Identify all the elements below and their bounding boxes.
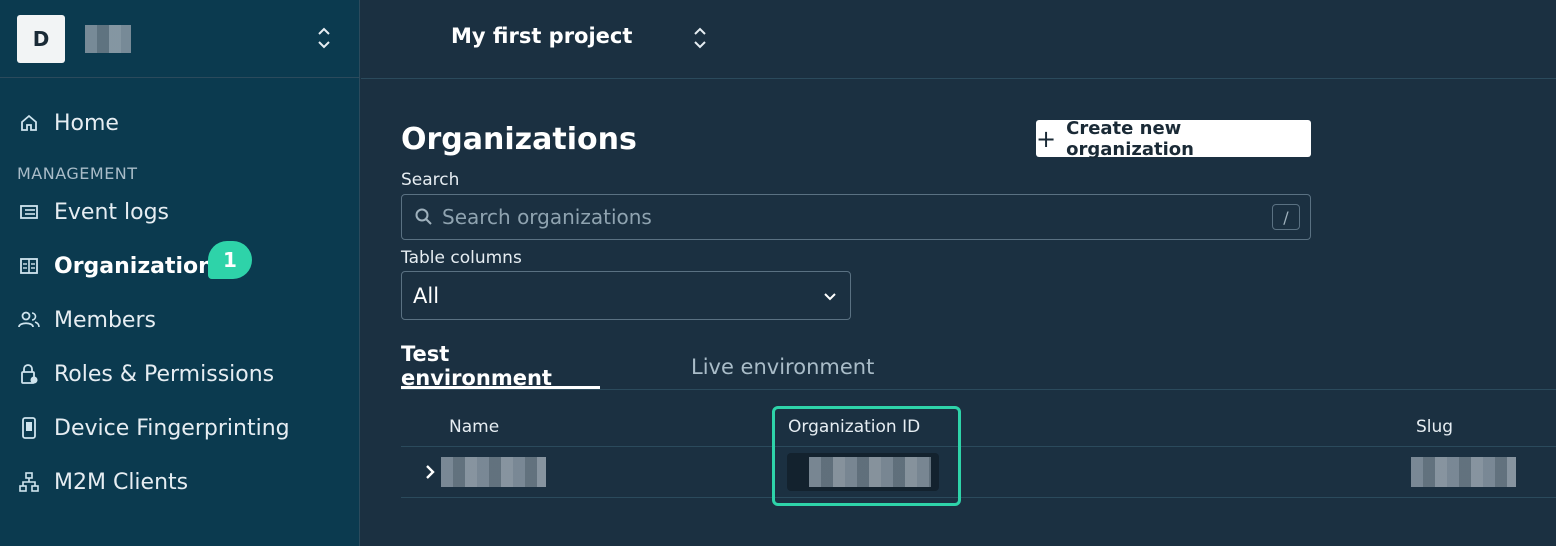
- project-header: My first project: [361, 0, 1556, 79]
- search-icon: [414, 207, 434, 227]
- sidebar-nav: Home MANAGEMENT Event logs Organizations…: [0, 78, 359, 509]
- sidebar-item-label: Home: [54, 110, 119, 136]
- tab-test-environment[interactable]: Test environment: [401, 342, 600, 390]
- organization-name-redacted: [441, 457, 546, 487]
- sidebar-item-label: Event logs: [54, 199, 170, 225]
- sidebar-item-members[interactable]: Members: [0, 293, 359, 347]
- search-input[interactable]: [442, 205, 1242, 229]
- search-label: Search: [401, 170, 460, 190]
- list-icon: [18, 201, 40, 223]
- step-badge: 1: [208, 241, 252, 279]
- environment-tabs: Test environment Live environment: [401, 342, 1556, 390]
- chevron-right-icon[interactable]: [421, 461, 439, 483]
- home-icon: [18, 112, 40, 134]
- lock-icon: [18, 363, 40, 385]
- create-organization-button[interactable]: + Create new organization: [1036, 117, 1311, 160]
- sidebar-item-organizations[interactable]: Organizations: [0, 239, 359, 293]
- workspace-name-redacted: [85, 24, 131, 53]
- workspace-avatar: D: [17, 14, 65, 63]
- chevron-updown-icon[interactable]: [693, 26, 707, 50]
- sidebar-item-label: Roles & Permissions: [54, 361, 275, 387]
- building-icon: [18, 255, 40, 277]
- tab-live-environment[interactable]: Live environment: [691, 345, 874, 389]
- workspace-switcher[interactable]: D: [0, 0, 359, 78]
- table-row[interactable]: [401, 447, 1556, 498]
- sidebar-item-label: Members: [54, 307, 156, 333]
- search-field[interactable]: /: [401, 194, 1311, 240]
- sidebar-item-home[interactable]: Home: [0, 96, 359, 150]
- table-columns-label: Table columns: [401, 248, 522, 268]
- users-icon: [18, 309, 40, 331]
- sidebar: D Home MANAGEMENT Event logs Organizatio…: [0, 0, 360, 546]
- chevron-down-icon: [822, 285, 838, 301]
- network-icon: [18, 471, 40, 493]
- sidebar-item-label: Device Fingerprinting: [54, 415, 290, 441]
- organization-id-redacted: [809, 457, 931, 487]
- sidebar-item-label: M2M Clients: [54, 469, 189, 495]
- sidebar-item-event-logs[interactable]: Event logs: [0, 185, 359, 239]
- table-columns-select[interactable]: All: [401, 271, 851, 320]
- project-switcher-label[interactable]: My first project: [451, 24, 632, 48]
- sidebar-item-roles-permissions[interactable]: Roles & Permissions: [0, 347, 359, 401]
- sidebar-item-device-fingerprinting[interactable]: Device Fingerprinting: [0, 401, 359, 455]
- column-header-slug[interactable]: Slug: [1416, 417, 1453, 437]
- phone-icon: [18, 417, 40, 439]
- section-label-management: MANAGEMENT: [17, 164, 138, 183]
- table-header: Name Organization ID Slug: [401, 405, 1556, 447]
- create-organization-label: Create new organization: [1066, 117, 1194, 160]
- column-header-organization-id[interactable]: Organization ID: [788, 417, 920, 437]
- plus-icon: +: [1036, 124, 1057, 153]
- sidebar-item-m2m-clients[interactable]: M2M Clients: [0, 455, 359, 509]
- sidebar-item-label: Organizations: [54, 253, 227, 279]
- chevron-updown-icon[interactable]: [317, 26, 331, 50]
- search-shortcut-hint: /: [1272, 204, 1300, 230]
- organization-slug-redacted: [1411, 457, 1516, 487]
- organization-id-chip[interactable]: [787, 453, 939, 491]
- page-title: Organizations: [401, 122, 637, 157]
- table-columns-value: All: [413, 283, 440, 308]
- column-header-name[interactable]: Name: [449, 417, 499, 437]
